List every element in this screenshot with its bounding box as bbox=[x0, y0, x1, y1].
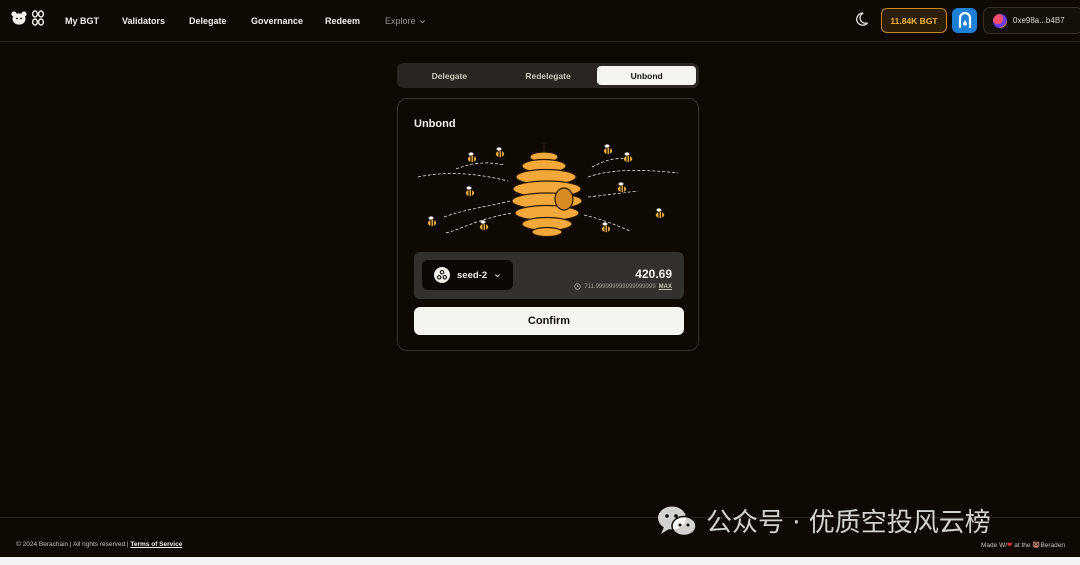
wechat-icon bbox=[658, 506, 697, 536]
watermark-text: 公众号 · 优质空投风云榜 bbox=[706, 508, 991, 538]
tab-delegate[interactable]: Delegate bbox=[400, 66, 499, 85]
terms-of-service-link[interactable]: Terms of Service bbox=[130, 541, 182, 548]
unbond-card: Unbond seed-2 420.69 711.999999999999999… bbox=[397, 98, 699, 351]
bottom-strip bbox=[0, 557, 1080, 565]
nav-explore-dropdown[interactable]: Explore bbox=[385, 16, 426, 26]
wallet-avatar bbox=[993, 13, 1007, 28]
top-nav: My BGT Validators Delegate Governance Re… bbox=[0, 0, 1080, 42]
stake-action-tabs: Delegate Redelegate Unbond bbox=[397, 63, 699, 88]
balance-row: 711.999999999999999999 MAX bbox=[574, 283, 672, 290]
made-with-prefix: Made W/ bbox=[981, 542, 1008, 549]
made-with-suffix: at the bbox=[1012, 542, 1033, 549]
nav-validators[interactable]: Validators bbox=[122, 16, 165, 26]
copyright-text: © 2024 Berachain | All rights reserved | bbox=[16, 541, 129, 548]
footer-copyright-row: © 2024 Berachain | All rights reserved |… bbox=[16, 541, 182, 548]
clock-icon bbox=[574, 283, 582, 290]
amount-input[interactable]: 420.69 bbox=[635, 267, 672, 281]
wechat-watermark: 公众号 · 优质空投风云榜 bbox=[656, 502, 991, 539]
wallet-button[interactable]: 0xe98a...b4B7 bbox=[983, 7, 1080, 34]
app-badge[interactable] bbox=[952, 8, 977, 33]
validator-name: seed-2 bbox=[457, 269, 488, 281]
card-title: Unbond bbox=[414, 118, 456, 130]
theme-toggle-moon-icon[interactable] bbox=[856, 11, 872, 27]
unbond-amount-box: seed-2 420.69 711.999999999999999999 MAX bbox=[414, 252, 684, 299]
chain-link-icon bbox=[31, 10, 45, 26]
bgt-balance-pill[interactable]: 11.84K BGT bbox=[881, 8, 947, 33]
nav-my-bgt[interactable]: My BGT bbox=[65, 16, 99, 26]
available-balance: 711.999999999999999999 bbox=[584, 283, 656, 290]
nav-governance[interactable]: Governance bbox=[251, 16, 303, 26]
validator-select[interactable]: seed-2 bbox=[422, 260, 513, 290]
footer-made-with: Made W/❤ at the 🐻Beraden bbox=[981, 541, 1080, 549]
chevron-down-icon bbox=[419, 19, 425, 23]
nav-redeem[interactable]: Redeem bbox=[325, 16, 360, 26]
wallet-address: 0xe98a...b4B7 bbox=[1013, 16, 1065, 25]
berachain-logo[interactable] bbox=[11, 10, 45, 26]
made-with-place: Beraden bbox=[1040, 542, 1066, 549]
validator-logo-icon bbox=[436, 269, 448, 280]
chevron-down-icon bbox=[495, 273, 501, 277]
nav-delegate[interactable]: Delegate bbox=[189, 16, 227, 26]
tab-unbond[interactable]: Unbond bbox=[597, 66, 697, 85]
beehive-illustration bbox=[417, 143, 679, 238]
nav-explore-label: Explore bbox=[385, 16, 416, 26]
bear-logo-icon bbox=[11, 11, 27, 25]
max-button[interactable]: MAX bbox=[659, 284, 672, 290]
tab-redelegate[interactable]: Redelegate bbox=[499, 66, 598, 85]
validator-icon bbox=[434, 267, 450, 283]
confirm-button[interactable]: Confirm bbox=[414, 307, 684, 335]
drop-logo-icon bbox=[958, 11, 971, 28]
